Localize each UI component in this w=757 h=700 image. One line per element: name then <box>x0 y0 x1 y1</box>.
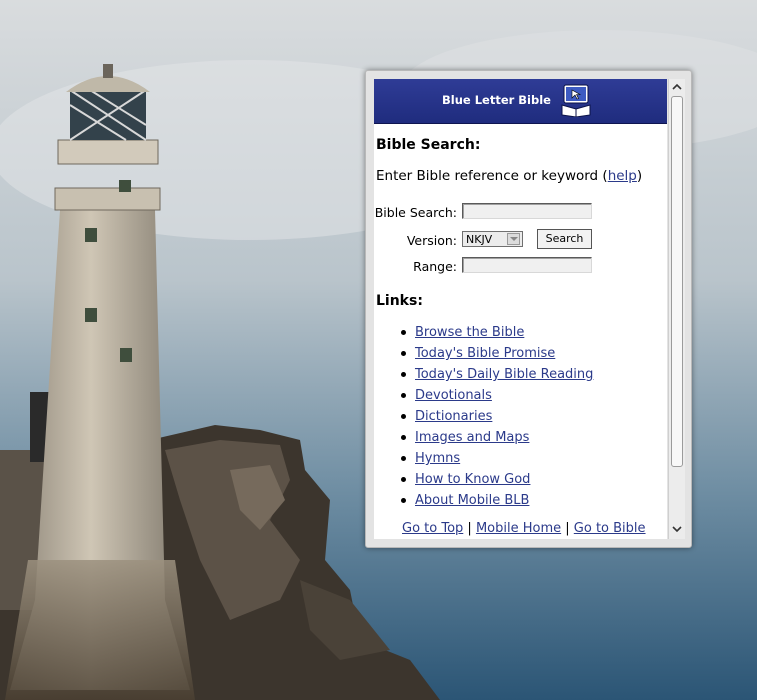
go-to-top-link[interactable]: Go to Top <box>402 521 463 536</box>
bible-promise-link[interactable]: Today's Bible Promise <box>415 346 555 361</box>
version-row: Version: NKJV Search <box>374 229 664 251</box>
know-god-link[interactable]: How to Know God <box>415 472 530 487</box>
mobile-home-link[interactable]: Mobile Home <box>476 521 561 536</box>
search-button[interactable]: Search <box>537 229 592 249</box>
chevron-down-icon[interactable] <box>507 233 520 245</box>
bible-search-row: Bible Search: <box>374 203 664 223</box>
search-instructions: Enter Bible reference or keyword (help) <box>376 168 642 184</box>
header-banner[interactable]: Blue Letter Bible <box>374 79 667 124</box>
links-list: Browse the Bible Today's Bible Promise T… <box>374 322 593 511</box>
daily-reading-link[interactable]: Today's Daily Bible Reading <box>415 367 593 382</box>
open-bible-logo-icon <box>561 84 591 117</box>
range-label: Range: <box>413 259 457 274</box>
list-item: How to Know God <box>400 469 593 490</box>
instructions-text: Enter Bible reference or keyword ( <box>376 168 608 184</box>
range-input[interactable] <box>462 257 592 273</box>
list-item: Images and Maps <box>400 427 593 448</box>
version-selected-value: NKJV <box>466 233 493 246</box>
list-item: Devotionals <box>400 385 593 406</box>
list-item: Today's Bible Promise <box>400 343 593 364</box>
browse-bible-link[interactable]: Browse the Bible <box>415 325 524 340</box>
version-select[interactable]: NKJV <box>462 231 523 247</box>
hymns-link[interactable]: Hymns <box>415 451 460 466</box>
mobile-blb-window: Blue Letter Bible Bible Search: Enter Bi… <box>365 70 692 548</box>
dictionaries-link[interactable]: Dictionaries <box>415 409 492 424</box>
range-row: Range: <box>374 257 664 277</box>
bible-search-label: Bible Search: <box>374 205 457 220</box>
footer-separator: | <box>467 521 472 536</box>
bible-search-heading: Bible Search: <box>376 137 481 153</box>
devotionals-link[interactable]: Devotionals <box>415 388 492 403</box>
list-item: Browse the Bible <box>400 322 593 343</box>
list-item: Dictionaries <box>400 406 593 427</box>
footer-nav: Go to Top | Mobile Home | Go to Bible <box>402 521 646 536</box>
chevron-up-icon <box>672 83 682 90</box>
go-to-bible-link[interactable]: Go to Bible <box>574 521 646 536</box>
footer-separator: | <box>565 521 570 536</box>
vertical-scrollbar[interactable] <box>668 79 685 539</box>
list-item: About Mobile BLB <box>400 490 593 511</box>
list-item: Hymns <box>400 448 593 469</box>
page-viewport: Blue Letter Bible Bible Search: Enter Bi… <box>374 79 667 539</box>
list-item: Today's Daily Bible Reading <box>400 364 593 385</box>
version-label: Version: <box>406 233 457 248</box>
about-mobile-blb-link[interactable]: About Mobile BLB <box>415 493 529 508</box>
images-maps-link[interactable]: Images and Maps <box>415 430 529 445</box>
links-heading: Links: <box>376 293 423 309</box>
scrollbar-thumb[interactable] <box>671 96 683 467</box>
scroll-up-button[interactable] <box>670 80 684 94</box>
site-title: Blue Letter Bible <box>442 93 551 107</box>
instructions-close: ) <box>636 168 643 184</box>
chevron-down-icon <box>672 526 682 533</box>
scroll-down-button[interactable] <box>670 522 684 536</box>
bible-search-input[interactable] <box>462 203 592 219</box>
help-link[interactable]: help <box>608 168 637 184</box>
